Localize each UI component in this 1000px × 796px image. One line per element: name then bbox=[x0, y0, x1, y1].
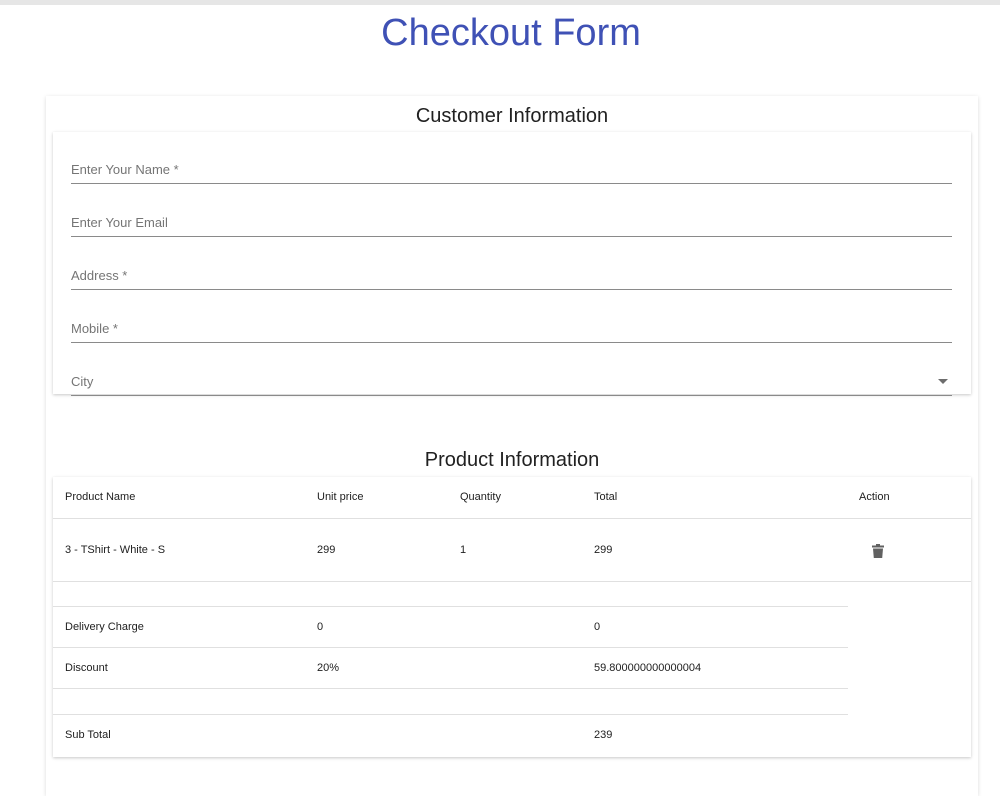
discount-label: Discount bbox=[65, 662, 108, 674]
subtotal-label: Sub Total bbox=[65, 729, 111, 741]
row-divider bbox=[53, 581, 971, 582]
product-table: Product Name Unit price Quantity Total A… bbox=[53, 477, 971, 757]
header-divider bbox=[53, 518, 971, 519]
subtotal-total: 239 bbox=[594, 729, 613, 741]
delivery-divider bbox=[53, 647, 848, 648]
header-unit-price: Unit price bbox=[317, 491, 364, 503]
delivery-value: 0 bbox=[317, 621, 324, 633]
trash-icon[interactable] bbox=[872, 544, 884, 558]
delivery-label: Delivery Charge bbox=[65, 621, 144, 633]
top-bar bbox=[0, 0, 1000, 5]
customer-form bbox=[53, 132, 971, 396]
name-field[interactable] bbox=[71, 157, 952, 184]
header-action: Action bbox=[859, 491, 890, 503]
quantity: 1 bbox=[460, 544, 467, 556]
row-total: 299 bbox=[594, 544, 613, 556]
address-field[interactable] bbox=[71, 263, 952, 290]
spacer-divider bbox=[53, 606, 848, 607]
spacer-divider-2 bbox=[53, 714, 848, 715]
name-input[interactable] bbox=[71, 157, 931, 181]
chevron-down-icon[interactable] bbox=[938, 379, 948, 384]
header-product-name: Product Name bbox=[65, 491, 136, 503]
discount-total: 59.800000000000004 bbox=[594, 662, 702, 674]
header-total: Total bbox=[594, 491, 618, 503]
city-select-input[interactable] bbox=[71, 369, 931, 393]
city-select[interactable] bbox=[71, 369, 952, 396]
mobile-field[interactable] bbox=[71, 316, 952, 343]
discount-value: 20% bbox=[317, 662, 340, 674]
email-input[interactable] bbox=[71, 210, 931, 234]
delivery-total: 0 bbox=[594, 621, 601, 633]
customer-section-title: Customer Information bbox=[415, 105, 609, 127]
email-field[interactable] bbox=[71, 210, 952, 237]
product-name: 3 - TShirt - White - S bbox=[65, 544, 166, 556]
page-title: Checkout Form bbox=[381, 12, 641, 54]
unit-price: 299 bbox=[317, 544, 336, 556]
mobile-input[interactable] bbox=[71, 316, 931, 340]
header-quantity: Quantity bbox=[460, 491, 501, 503]
discount-divider bbox=[53, 688, 848, 689]
address-input[interactable] bbox=[71, 263, 931, 287]
product-section-title: Product Information bbox=[424, 449, 600, 471]
